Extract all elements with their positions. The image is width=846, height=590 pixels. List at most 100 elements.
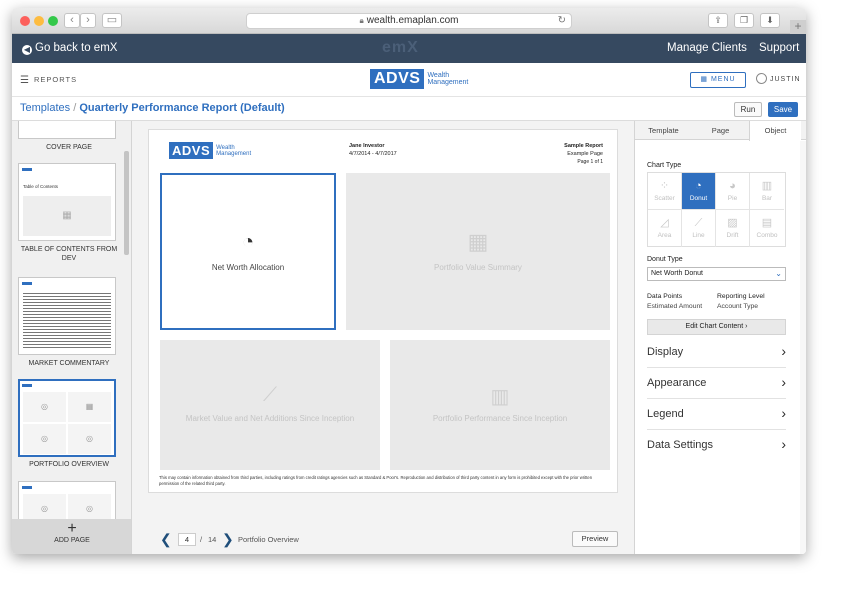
add-page-label: ADD PAGE [54,537,90,544]
chart-type-area[interactable]: ◿ Area [648,210,682,247]
chart-type-label-donut: Donut [689,195,708,202]
tab-object[interactable]: Object [749,121,801,141]
chart-type-label-combo: Combo [756,232,778,239]
chevron-right-icon: › [745,323,748,330]
go-back-link[interactable]: ◀ Go back to emX [22,42,117,55]
minimize-window-button[interactable] [34,16,44,26]
chart-type-label: Chart Type [647,162,682,169]
browser-toolbar: ‹ › ▭ 🔒︎ wealth.emaplan.com ↻ ⇪ ❐ ⬇ + [12,8,806,34]
emx-brand-logo: emX [382,39,419,56]
chart-type-bar[interactable]: ▥ Bar [750,173,784,210]
tile-market-value[interactable]: ⟋ Market Value and Net Additions Since I… [160,340,380,470]
page-label-market-commentary: MARKET COMMENTARY [28,360,110,367]
hamburger-icon: ☰ [20,75,30,86]
tab-template[interactable]: Template [635,121,692,140]
tab-page[interactable]: Page [692,121,749,140]
page-thumb-cover[interactable] [18,121,116,139]
tile-net-worth-allocation[interactable]: ◔ Net Worth Allocation [160,173,336,330]
donut-type-label: Donut Type [647,256,683,263]
reload-icon[interactable]: ↻ [558,14,566,28]
lock-icon: 🔒︎ [359,16,364,25]
panel-scrollbar[interactable] [800,141,806,554]
donut-type-select[interactable]: Net Worth Donut ⌄ [647,267,786,281]
breadcrumb-current: Quarterly Performance Report (Default) [79,102,285,114]
report-title: Sample Report [564,143,603,149]
logo-line1: Wealth [427,72,450,79]
address-bar-url: wealth.emaplan.com [366,15,459,26]
page-number-input[interactable]: 4 [178,533,196,546]
logo-line2: Management [427,79,469,86]
share-icon[interactable]: ⇪ [708,13,728,28]
edit-chart-content-button[interactable]: Edit Chart Content › [647,319,786,335]
page-logo-line2: Management [216,150,252,157]
maximize-window-button[interactable] [48,16,58,26]
reports-menu[interactable]: ☰ REPORTS [20,75,77,86]
date-range: 4/7/2014 - 4/7/2017 [349,151,397,157]
tile-portfolio-value-summary[interactable]: ▦ Portfolio Value Summary [346,173,610,330]
chart-type-line[interactable]: ⟋ Line [682,210,716,247]
advs-logo: ADVS Wealth Management [370,69,468,89]
reports-label: REPORTS [33,75,78,84]
browser-forward-button[interactable]: › [80,13,96,28]
table-icon: ▦ [467,229,489,254]
user-menu[interactable]: JUSTIN [756,73,801,84]
section-data-settings[interactable]: Data Settings › [647,431,786,461]
breadcrumb-separator: / [73,102,77,114]
section-title: Legend [647,408,684,420]
breadcrumb-bar: Templates / Quarterly Performance Report… [12,97,806,121]
breadcrumb-templates-link[interactable]: Templates [20,102,70,114]
grid-icon: ▦ [700,76,709,83]
properties-panel: Template Page Object Chart Type ⁘ Scatte… [634,121,806,554]
page-thumb-portfolio-overview[interactable]: ◎ ▦ ◎ ◎ [18,379,116,457]
app-header: ☰ REPORTS ADVS Wealth Management ▦ MENU J… [12,63,806,97]
chart-type-pie[interactable]: ◕ Pie [716,173,750,210]
page-total: 14 [208,535,217,544]
preview-button[interactable]: Preview [572,531,618,547]
tile-portfolio-performance[interactable]: ▥ Portfolio Performance Since Inception [390,340,610,470]
section-legend[interactable]: Legend › [647,400,786,430]
address-bar[interactable]: 🔒︎ wealth.emaplan.com ↻ [246,13,572,29]
manage-clients-link[interactable]: Manage Clients [667,42,747,54]
tile-title: Portfolio Value Summary [434,263,522,272]
previous-page-icon[interactable]: ❮ [160,531,172,548]
chart-type-scatter[interactable]: ⁘ Scatter [648,173,682,210]
support-link[interactable]: Support [759,42,799,54]
avatar-icon [756,73,767,84]
save-button[interactable]: Save [768,102,798,117]
data-points-value: Estimated Amount [647,303,703,310]
page-label-cover: COVER PAGE [46,144,92,151]
run-button[interactable]: Run [734,102,762,117]
logo-box-text: ADVS [370,69,425,89]
section-display[interactable]: Display › [647,338,786,368]
table-icon: ▦ [68,392,111,422]
downloads-icon[interactable]: ⬇ [760,13,780,28]
chart-type-label-area: Area [657,232,672,239]
page-list-sidebar: COVER PAGE Table of Contents ▦ TABLE OF … [12,121,132,554]
page-thumb-market-commentary[interactable] [18,277,116,355]
add-page-button[interactable]: + ADD PAGE [12,519,131,554]
section-appearance[interactable]: Appearance › [647,369,786,399]
menu-button[interactable]: ▦ MENU [690,72,746,88]
page-thumb-toc[interactable]: Table of Contents ▦ [18,163,116,241]
browser-back-button[interactable]: ‹ [64,13,80,28]
sidebar-scrollbar[interactable] [124,151,129,255]
panel-tabs: Template Page Object [635,121,806,141]
report-page: ADVS Wealth Management Jane Investor 4/7… [148,129,618,493]
new-tab-button[interactable]: + [790,20,806,34]
breadcrumb: Templates / Quarterly Performance Report… [20,102,285,114]
next-page-icon[interactable]: ❯ [222,531,234,548]
go-back-label: Go back to emX [35,42,118,54]
chart-type-drift[interactable]: ▨ Drift [716,210,750,247]
page-separator: / [200,535,203,544]
chart-type-donut[interactable]: ◔ Donut [682,173,716,210]
sidebar-toggle-icon[interactable]: ▭ [102,13,122,28]
data-points-field: Data Points Estimated Amount [647,292,702,312]
line-chart-icon: ◎ [23,424,66,454]
bar-icon: ▥ [761,180,773,192]
tabs-overview-icon[interactable]: ❐ [734,13,754,28]
page-navigator: ❮ 4 / 14 ❯ Portfolio Overview Preview [132,529,634,549]
close-window-button[interactable] [20,16,30,26]
chart-type-combo[interactable]: ▤ Combo [750,210,784,247]
report-subtitle: Example Page [567,151,603,157]
line-chart-icon: ⟋ [263,384,277,406]
